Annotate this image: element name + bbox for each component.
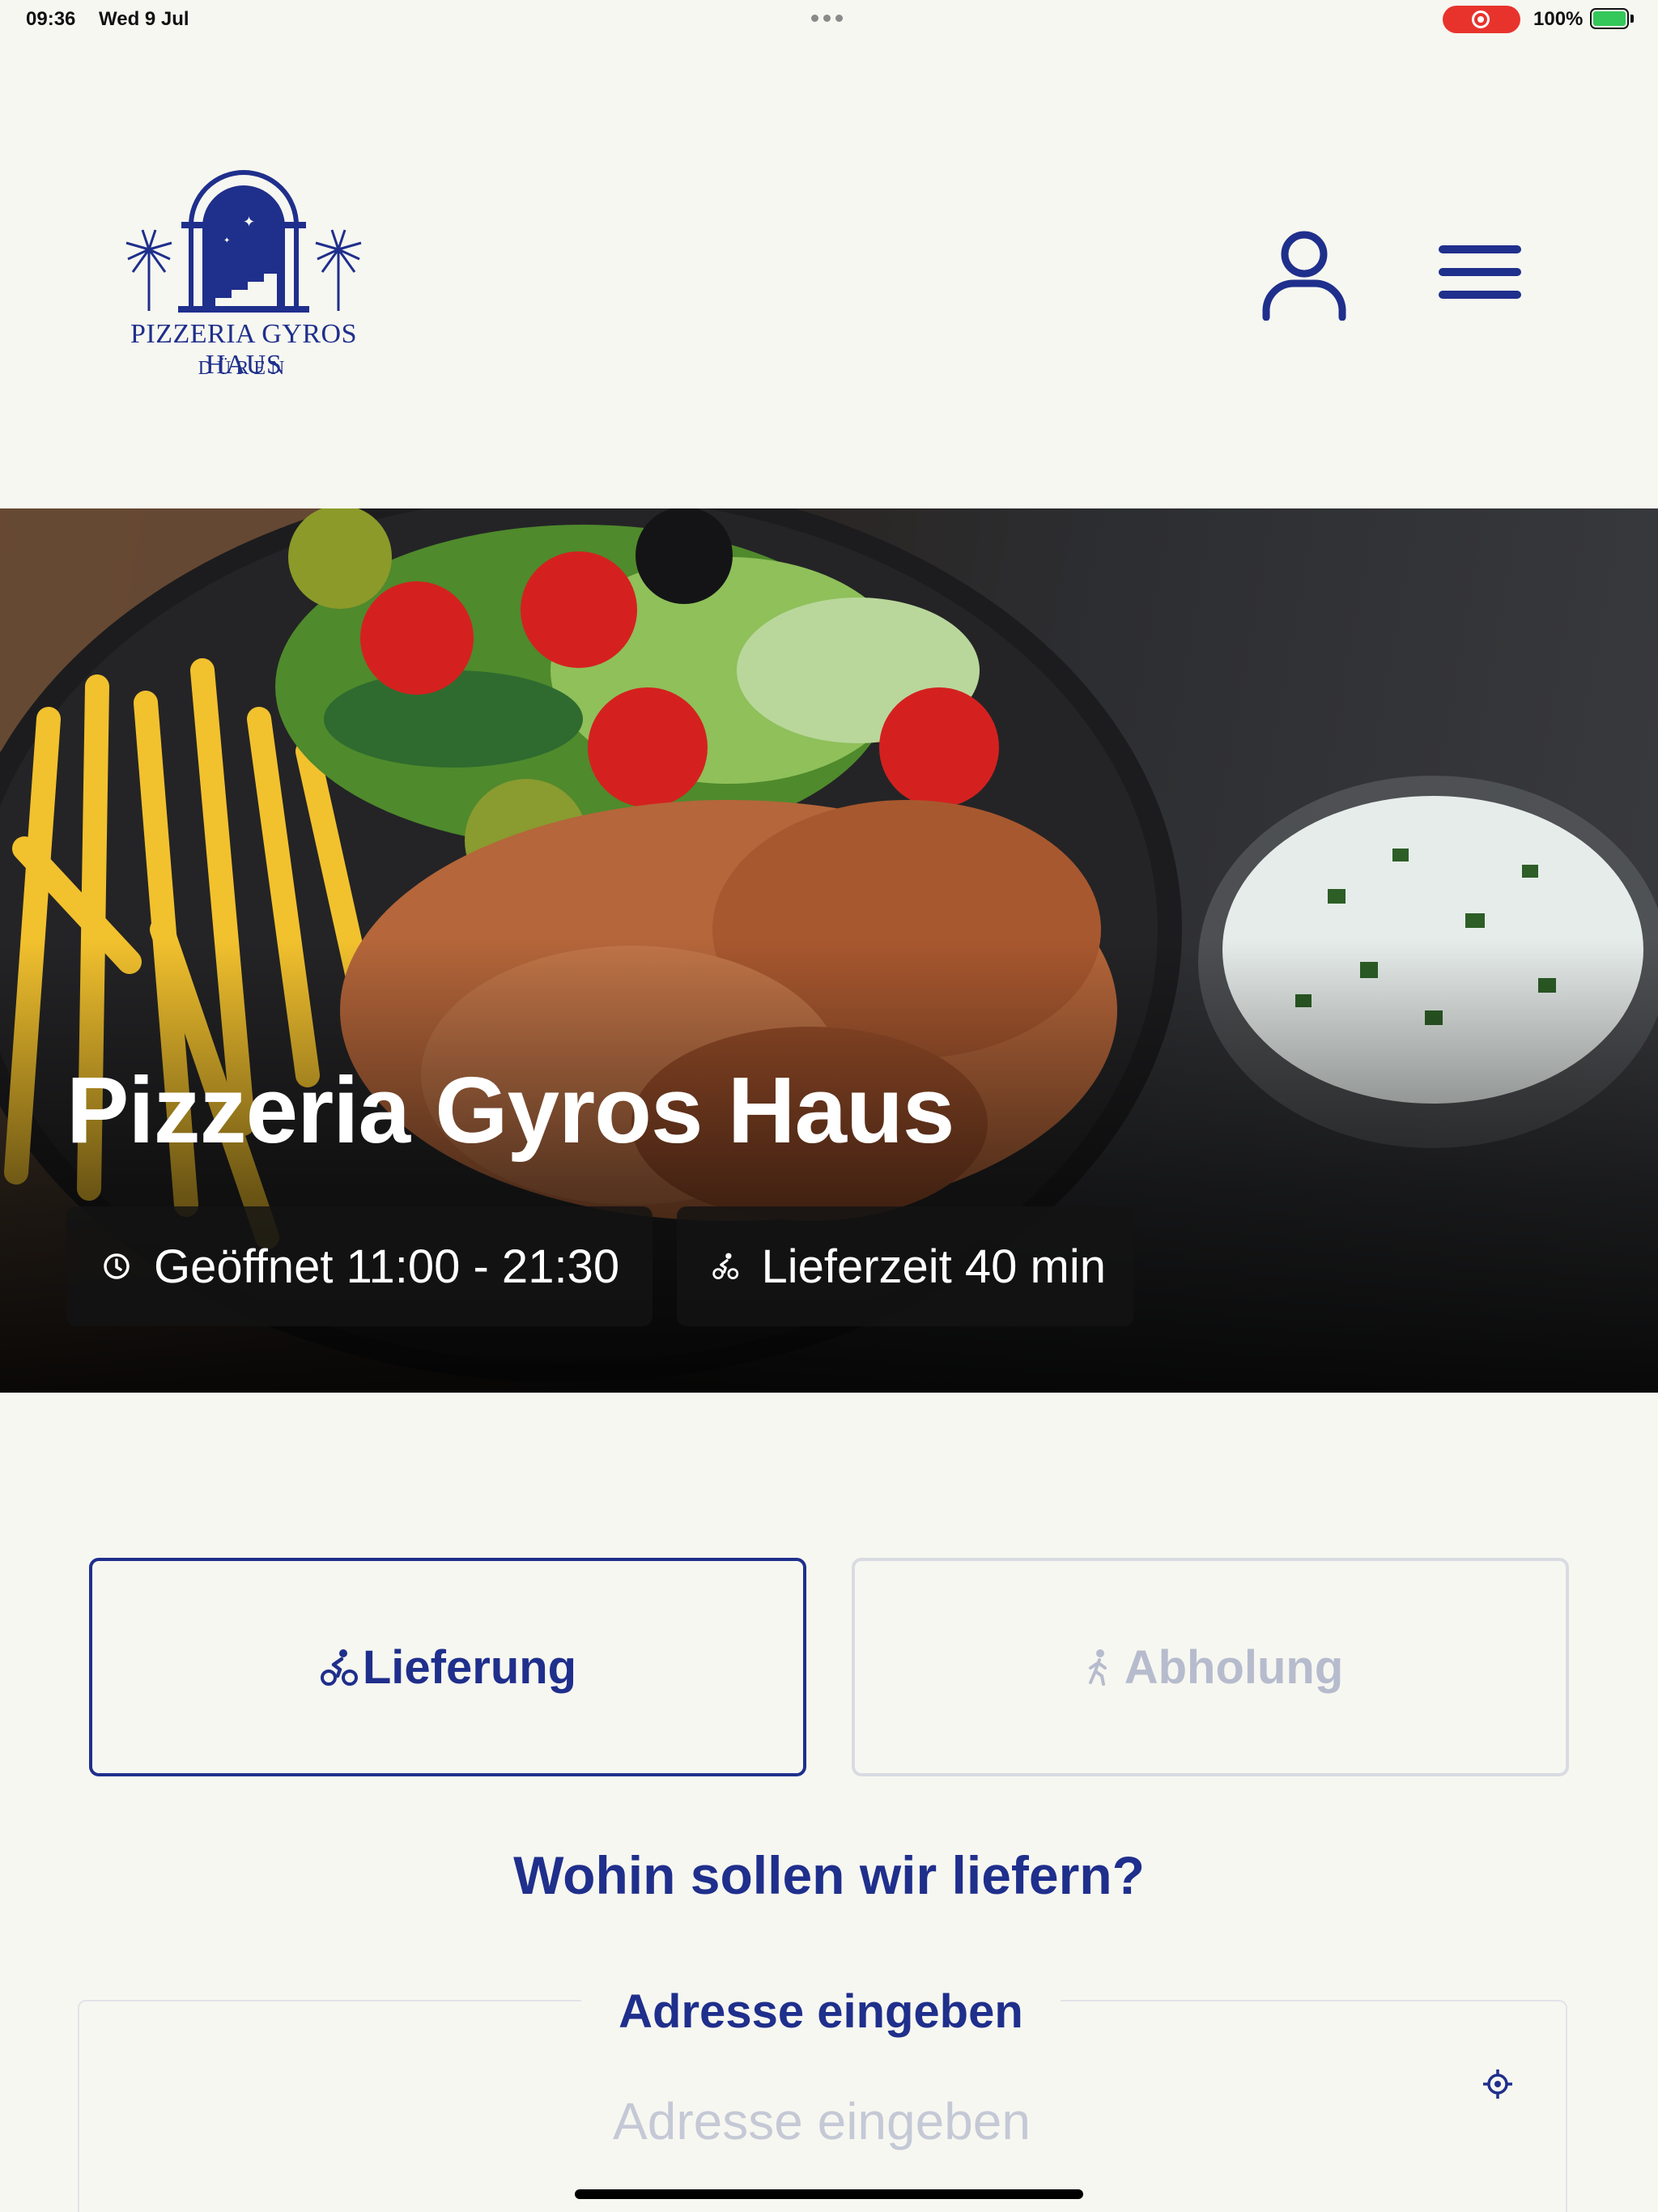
person-icon [1262, 231, 1346, 321]
restaurant-title: Pizzeria Gyros Haus [66, 1057, 954, 1163]
address-field-legend: Adresse eingeben [581, 1976, 1061, 2048]
bicycle-courier-icon [712, 1253, 739, 1279]
battery-tip [1630, 15, 1634, 23]
pickup-mode-button[interactable]: Abholung [852, 1558, 1569, 1776]
clock-icon [104, 1253, 130, 1279]
status-time: 09:36 [26, 8, 76, 30]
crosshair-location-icon [1483, 2069, 1512, 2099]
menu-button[interactable] [1438, 240, 1522, 304]
profile-button[interactable] [1260, 227, 1349, 321]
hamburger-menu-icon [1439, 245, 1521, 299]
walking-person-icon [1088, 1649, 1107, 1686]
hero-banner: Pizzeria Gyros Haus Geöffnet 11:00 - 21:… [0, 508, 1658, 1393]
screen-recording-icon[interactable] [1443, 6, 1520, 33]
delivery-mode-label: Lieferung [362, 1640, 577, 1694]
arch-logo-icon: ✦ ✦ [125, 170, 362, 313]
logo-city-name: DÜREN [198, 358, 290, 379]
battery-percentage: 100% [1533, 8, 1584, 30]
locate-me-button[interactable] [1482, 2068, 1514, 2100]
home-indicator[interactable] [575, 2189, 1083, 2199]
opening-hours-text: Geöffnet 11:00 - 21:30 [154, 1240, 620, 1293]
battery-icon [1590, 8, 1629, 29]
delivery-question-heading: Wohin sollen wir liefern? [513, 1845, 1145, 1905]
opening-hours-badge: Geöffnet 11:00 - 21:30 [66, 1206, 653, 1326]
bicycle-courier-icon [320, 1649, 358, 1686]
delivery-time-badge: Lieferzeit 40 min [677, 1206, 1133, 1326]
address-input[interactable] [194, 2081, 1449, 2162]
status-bar: 09:36 Wed 9 Jul 100% [0, 0, 1658, 39]
svg-text:✦: ✦ [243, 214, 255, 231]
svg-text:✦: ✦ [223, 236, 230, 245]
delivery-mode-button[interactable]: Lieferung [89, 1558, 806, 1776]
pickup-mode-label: Abholung [1124, 1640, 1344, 1694]
multitasking-dots-icon[interactable] [811, 15, 843, 22]
status-date: Wed 9 Jul [99, 8, 189, 30]
delivery-time-text: Lieferzeit 40 min [761, 1240, 1106, 1293]
restaurant-logo[interactable]: ✦ ✦ PIZZERIA GYROS HAUS DÜREN [94, 168, 393, 385]
